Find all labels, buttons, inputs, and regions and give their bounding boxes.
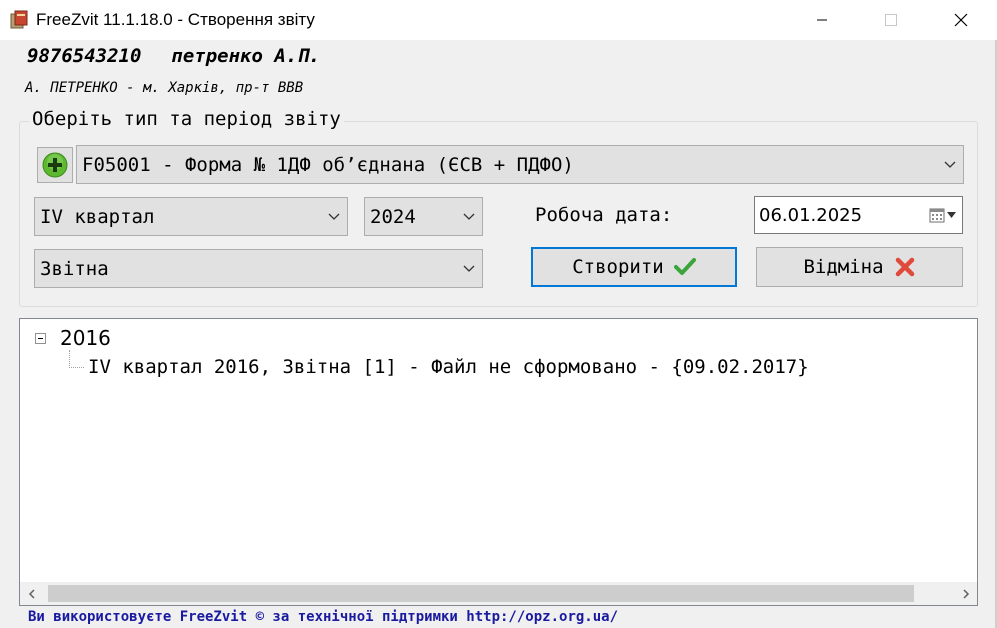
close-button[interactable] [926,0,996,40]
chevron-down-icon [937,146,963,183]
horizontal-scrollbar[interactable] [20,582,977,605]
minimize-button[interactable] [787,0,857,40]
maximize-button[interactable] [856,0,926,40]
add-form-button[interactable] [37,147,73,183]
create-button-label: Створити [572,256,664,278]
cancel-button[interactable]: Відміна [756,247,963,287]
year-select-value: 2024 [370,205,416,228]
scroll-right-icon[interactable] [954,582,977,605]
create-button[interactable]: Створити [531,247,737,287]
group-legend: Оберіть тип та період звіту [29,108,344,130]
tree-node-year[interactable]: 2016 [60,326,111,350]
chevron-down-icon [456,250,482,287]
reports-tree[interactable]: 2016 IV квартал 2016, Звітна [1] - Файл … [19,318,978,606]
work-date-picker[interactable]: 06.01.2025 [754,196,963,234]
report-kind-select[interactable]: Звітна [34,249,483,288]
support-status-line: Ви використовуєте FreeZvit © за технічно… [28,609,619,625]
scroll-left-icon[interactable] [20,582,43,605]
collapse-icon[interactable] [35,333,46,344]
taxpayer-name: петренко А.П. [171,45,321,67]
caret-down-icon [946,212,956,218]
scrollbar-thumb[interactable] [48,585,914,602]
plus-icon [42,152,68,178]
checkmark-icon [673,258,696,275]
tree-connector [69,350,70,368]
title-bar: FreeZvit 11.1.18.0 - Створення звіту [0,0,997,40]
taxpayer-header: 9876543210 петренко А.П. [27,45,320,67]
year-select[interactable]: 2024 [364,197,483,236]
tree-connector [69,367,84,368]
close-icon [954,13,968,27]
calendar-dropdown[interactable] [922,207,962,223]
tree-node-report[interactable]: IV квартал 2016, Звітна [1] - Файл не сф… [88,356,809,378]
window-title: FreeZvit 11.1.18.0 - Створення звіту [36,10,315,29]
taxpayer-code: 9876543210 [27,45,142,67]
report-kind-value: Звітна [40,257,109,280]
chevron-down-icon [321,198,347,235]
calendar-icon [929,208,944,223]
quarter-select-value: IV квартал [40,205,155,228]
taxpayer-address: А. ПЕТРЕНКО - м. Харків, пр-т ВВВ [25,80,304,96]
work-date-value: 06.01.2025 [759,204,863,226]
cancel-button-label: Відміна [803,256,884,278]
form-select[interactable]: F05001 - Форма № 1ДФ об’єднана (ЄСВ + ПД… [76,145,964,184]
app-icon [9,9,30,30]
cross-icon [895,257,914,277]
quarter-select[interactable]: IV квартал [34,197,348,236]
work-date-label: Робоча дата: [535,204,673,226]
chevron-down-icon [456,198,482,235]
form-select-value: F05001 - Форма № 1ДФ об’єднана (ЄСВ + ПД… [82,153,574,176]
